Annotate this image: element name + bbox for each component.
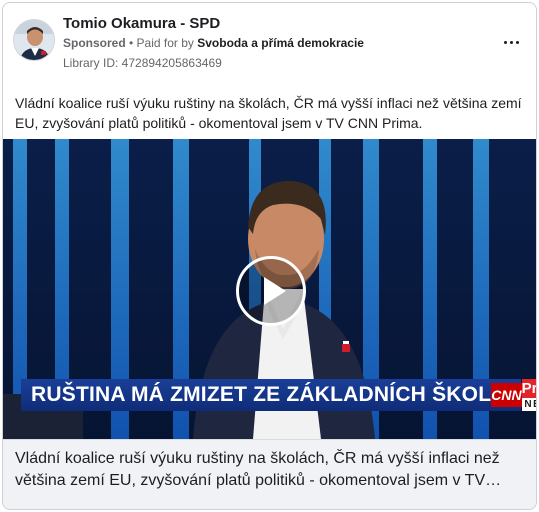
play-icon <box>264 277 286 305</box>
cnn-logo: CNN <box>491 383 522 407</box>
more-options-button[interactable] <box>500 31 522 53</box>
video-player[interactable]: RUŠTINA MÁ ZMIZET ZE ZÁKLADNÍCH ŠKOL CNN… <box>3 139 536 439</box>
paid-for-prefix: Paid for by <box>136 36 198 50</box>
page-name[interactable]: Tomio Okamura - SPD <box>63 15 220 32</box>
video-caption[interactable]: Vládní koalice ruší výuku ruštiny na ško… <box>3 439 536 509</box>
sponsored-label: Sponsored <box>63 36 126 50</box>
prima-news-logo: Prima NEWS <box>521 379 536 411</box>
more-dot <box>515 40 519 44</box>
ad-body-text: Vládní koalice ruší výuku ruštiny na ško… <box>15 95 522 131</box>
ad-header: Tomio Okamura - SPD Sponsored • Paid for… <box>3 3 536 83</box>
news-logo-text: NEWS <box>521 398 536 411</box>
meta-separator: • <box>125 36 137 50</box>
play-button[interactable] <box>236 256 306 326</box>
more-horizontal-icon <box>503 40 507 44</box>
more-dot <box>509 40 513 44</box>
news-lower-third: RUŠTINA MÁ ZMIZET ZE ZÁKLADNÍCH ŠKOL CNN… <box>21 379 536 411</box>
sponsored-line: Sponsored • Paid for by Svoboda a přímá … <box>63 36 364 50</box>
page-avatar[interactable] <box>13 19 55 61</box>
ad-card: Tomio Okamura - SPD Sponsored • Paid for… <box>2 2 537 510</box>
prima-logo-text: Prima <box>521 379 536 398</box>
payer-name[interactable]: Svoboda a přímá demokracie <box>197 36 364 50</box>
library-id: Library ID: 472894205863469 <box>63 56 222 70</box>
news-headline: RUŠTINA MÁ ZMIZET ZE ZÁKLADNÍCH ŠKOL <box>31 383 492 406</box>
caption-text: Vládní koalice ruší výuku ruštiny na ško… <box>15 450 502 489</box>
